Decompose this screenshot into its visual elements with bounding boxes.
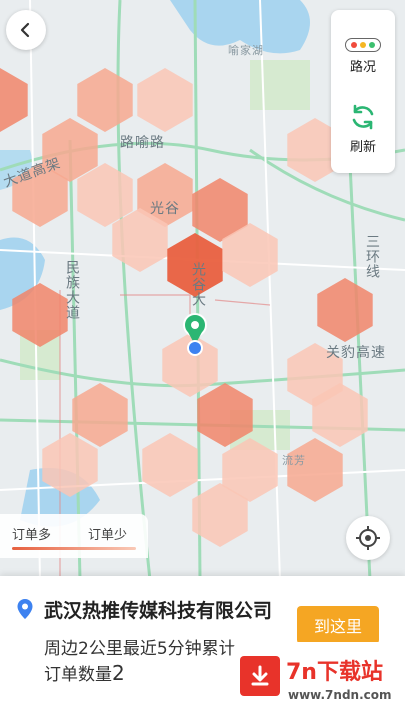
- site-watermark: 7n下载站 www.7ndn.com: [232, 642, 405, 720]
- order-description-line2: 订单数量2: [44, 660, 125, 685]
- legend-less-label: 订单少: [88, 528, 128, 543]
- order-count-label: 订单数量: [44, 665, 112, 685]
- watermark-title: 7n下载站: [286, 660, 383, 685]
- back-button[interactable]: [6, 10, 46, 50]
- legend-gradient-bar: [12, 547, 136, 550]
- map-controls-panel: 路况 刷新: [331, 10, 395, 173]
- traffic-light-icon: [345, 38, 381, 52]
- current-location-marker: [187, 340, 203, 356]
- map-label-liufang: 流芳: [282, 454, 306, 467]
- refresh-button[interactable]: 刷新: [331, 96, 395, 171]
- refresh-label: 刷新: [349, 140, 376, 155]
- map-label-minzu-dadao: 民族大道: [64, 260, 80, 320]
- map-label-guanbao-gaosu: 关豹高速: [326, 345, 386, 361]
- map-label-sanhuan: 三环线: [364, 234, 380, 279]
- place-name: 武汉热推传媒科技有限公司: [44, 600, 273, 622]
- refresh-icon: [352, 104, 374, 130]
- go-here-button[interactable]: 到这里: [297, 606, 379, 644]
- download-icon: [240, 656, 280, 696]
- watermark-url: www.7ndn.com: [288, 688, 392, 702]
- map-label-guanggu: 光谷: [150, 201, 180, 217]
- chevron-left-icon: [20, 22, 30, 38]
- map-label-luoyu-road: 路喻路: [120, 135, 165, 151]
- location-pin-icon: [17, 599, 33, 619]
- order-description-line1: 周边2公里最近5分钟累计: [44, 639, 236, 659]
- legend-more-label: 订单多: [12, 528, 52, 543]
- map-label-guanggu-road: 光谷大: [190, 262, 206, 307]
- order-count: 2: [112, 661, 125, 685]
- crosshair-icon: [356, 526, 380, 550]
- locate-button[interactable]: [346, 516, 390, 560]
- traffic-button[interactable]: 路况: [331, 10, 395, 90]
- traffic-label: 路况: [349, 60, 376, 75]
- map-label-lake: 喻家湖: [228, 44, 264, 57]
- heat-legend: 订单多 订单少: [0, 514, 148, 558]
